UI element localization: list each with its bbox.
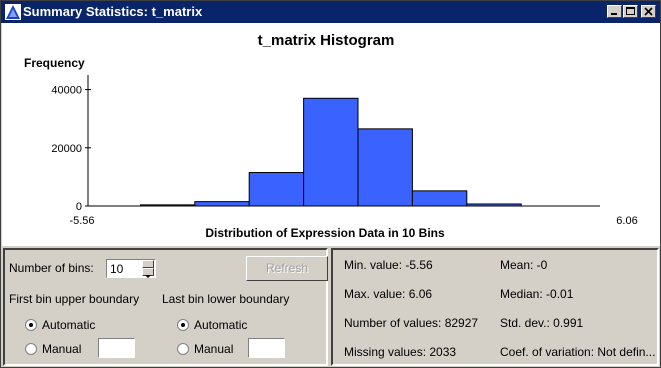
histogram-chart: t_matrix Histogram Frequency Distributio… (2, 23, 660, 246)
summary-statistics-window: Summary Statistics: t_matrix t_matrix Hi… (0, 0, 661, 368)
x-axis-label: Distribution of Expression Data in 10 Bi… (205, 226, 445, 240)
y-tick-label: 40000 (51, 85, 82, 97)
first-manual-label[interactable]: Manual (42, 342, 81, 356)
x-max-label: 6.06 (616, 215, 637, 227)
histogram-bar (411, 190, 468, 207)
y-tick-label: 20000 (51, 143, 82, 155)
stat-missing: Missing values: 2033 (344, 345, 457, 359)
last-automatic-radio[interactable] (177, 319, 189, 331)
last-manual-label[interactable]: Manual (194, 342, 233, 356)
app-icon (5, 4, 21, 20)
y-tick-label: 0 (76, 201, 82, 213)
arrow-down-icon (145, 275, 151, 278)
first-automatic-label[interactable]: Automatic (42, 318, 95, 332)
first-manual-input[interactable] (98, 338, 135, 358)
stat-count: Number of values: 82927 (344, 316, 479, 330)
last-manual-input[interactable] (248, 338, 285, 358)
last-manual-radio[interactable] (177, 343, 189, 355)
bins-label: Number of bins: (9, 261, 94, 275)
spin-down-button[interactable] (142, 268, 154, 278)
bins-value[interactable]: 10 (110, 262, 123, 276)
stat-cv: Coef. of variation: Not defin... (500, 345, 656, 359)
first-boundary-label: First bin upper boundary (9, 292, 140, 306)
spin-up-button[interactable] (142, 260, 154, 271)
close-button[interactable] (641, 5, 656, 18)
x-min-label: -5.56 (69, 215, 94, 227)
window-title: Summary Statistics: t_matrix (23, 4, 203, 19)
maximize-icon (626, 7, 635, 15)
last-boundary-label: Last bin lower boundary (162, 292, 290, 306)
histogram-svg: t_matrix Histogram Frequency Distributio… (24, 32, 638, 240)
first-manual-radio[interactable] (25, 343, 37, 355)
statistics-panel: Min. value: -5.56 Max. value: 6.06 Numbe… (331, 248, 659, 366)
y-axis-label: Frequency (24, 56, 85, 70)
chart-title: t_matrix Histogram (258, 32, 395, 49)
maximize-button[interactable] (623, 5, 638, 18)
minimize-button[interactable] (607, 5, 622, 18)
stat-min: Min. value: -5.56 (344, 258, 433, 272)
histogram-bar (194, 201, 250, 207)
stat-mean: Mean: -0 (500, 258, 548, 272)
stat-median: Median: -0.01 (500, 287, 574, 301)
close-icon (644, 7, 653, 16)
bins-spinner[interactable]: 10 (106, 259, 156, 278)
bin-settings-panel: Number of bins: 10 Refresh First bin upp… (3, 248, 328, 366)
histogram-bar (303, 97, 359, 207)
refresh-button[interactable]: Refresh (246, 256, 328, 281)
stat-std: Std. dev.: 0.991 (500, 316, 584, 330)
histogram-bar (248, 172, 305, 207)
minimize-icon (611, 13, 617, 15)
title-bar[interactable]: Summary Statistics: t_matrix (1, 1, 660, 23)
first-automatic-radio[interactable] (25, 319, 37, 331)
stat-max: Max. value: 6.06 (344, 287, 433, 301)
histogram-bar (357, 128, 413, 207)
last-automatic-label[interactable]: Automatic (194, 318, 247, 332)
